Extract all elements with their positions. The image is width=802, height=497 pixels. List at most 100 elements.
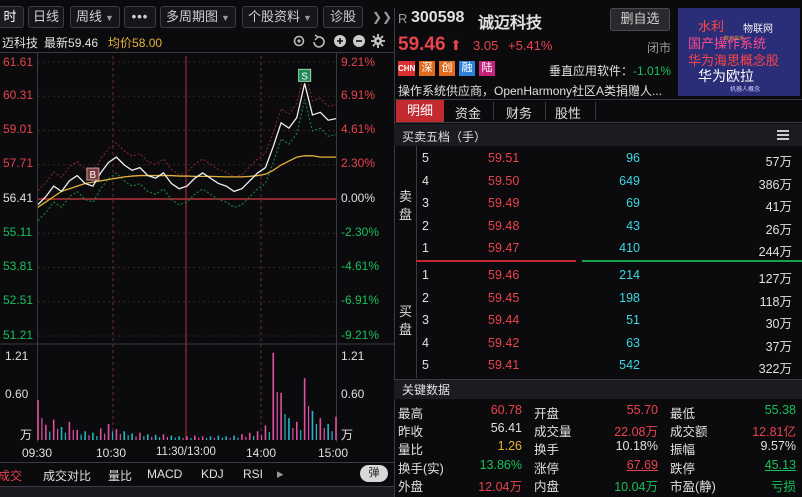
current-price: 59.46 [398, 34, 446, 55]
tab-sep-3 [595, 102, 596, 120]
sell-row[interactable]: 3 59.49 69 41万 [396, 193, 802, 215]
tab-finance[interactable]: 财务 [506, 103, 532, 122]
buy-amount: 127万 [758, 272, 792, 286]
time-label-1030: 10:30 [96, 446, 127, 460]
sector-label: 垂直应用软件 [549, 64, 622, 78]
indicator-tab-volume[interactable]: 成交 [0, 467, 22, 484]
sector-change: -1.01% [633, 64, 672, 78]
tabs-top-divider [394, 99, 802, 100]
key-data-value: 55.70 [626, 403, 658, 417]
buy-level: 4 [422, 335, 429, 350]
badge-shen: 深 [419, 61, 435, 76]
indicator-tab-macd[interactable]: MACD [147, 467, 182, 481]
buy-row[interactable]: 3 59.44 51 30万 [396, 310, 802, 332]
key-data-value: 22.08万 [614, 425, 658, 440]
tabs-scroll-icon[interactable]: ▸ [277, 466, 284, 482]
buy-volume: 198 [619, 290, 640, 305]
key-data-value: 亏损 [770, 479, 796, 494]
buy-amount: 37万 [765, 339, 792, 354]
indicator-tab-volume-compare[interactable]: 成交对比 [43, 467, 91, 484]
vol-axis-right-mid: 0.60 [341, 387, 365, 401]
vol-axis-left-unit: 万 [20, 428, 33, 442]
key-data-value: 12.81亿 [752, 425, 796, 440]
buy-row[interactable]: 1 59.46 214 127万 [396, 265, 802, 287]
delete-watchlist-button[interactable]: 删自选 [610, 8, 670, 31]
buy-row[interactable]: 5 59.41 542 322万 [396, 355, 802, 377]
indicator-tab-rsi[interactable]: RSI [243, 467, 263, 481]
sell-volume: 43 [626, 218, 640, 233]
indicator-tab-volume-ratio[interactable]: 量比 [108, 467, 132, 484]
concept-euler: 华为欧拉 [698, 68, 754, 84]
buy-amount: 30万 [765, 317, 792, 331]
tab-stock-nature[interactable]: 股性 [555, 103, 581, 122]
sell-marker-label: S [301, 71, 308, 82]
tab-capital[interactable]: 资金 [455, 103, 481, 122]
concept-word-cloud[interactable]: 水利 物联网 国产操作系统 华为海思概念股 华为欧拉 数字货币 机器人概念 [678, 8, 800, 96]
buy-level: 2 [422, 290, 429, 305]
key-data-value: 13.86% [479, 457, 522, 472]
bottom-tabs-divider [0, 462, 394, 463]
sell-level: 2 [422, 218, 429, 233]
list-icon[interactable] [777, 130, 789, 140]
tab-sep-1 [493, 102, 494, 120]
sector-sep: ： [621, 64, 634, 78]
price-change: 3.05 [473, 38, 499, 53]
market-status: 闭市 [647, 41, 672, 55]
key-data-value: 55.38 [764, 403, 796, 417]
sell-row[interactable]: 1 59.47 410 244万 [396, 238, 802, 260]
buy-row[interactable]: 4 59.42 63 37万 [396, 333, 802, 355]
buy-price: 59.45 [488, 290, 520, 305]
sell-row[interactable]: 4 59.50 649 386万 [396, 171, 802, 193]
buy-row[interactable]: 2 59.45 198 118万 [396, 288, 802, 310]
sell-price: 59.49 [488, 196, 520, 210]
key-data-value: 10.04万 [614, 479, 658, 494]
key-data-label: 量比 [398, 443, 424, 458]
sell-amount: 41万 [765, 200, 792, 214]
tab-sep-2 [545, 102, 546, 120]
buy-volume: 542 [619, 358, 640, 372]
key-data-value: 60.78 [490, 403, 522, 417]
buy-price: 59.42 [488, 335, 520, 350]
badge-rong: 融 [459, 61, 475, 76]
sell-price: 59.48 [488, 218, 520, 233]
chart-right-divider [394, 8, 395, 497]
upper-band-line [37, 69, 337, 191]
sell-row[interactable]: 5 59.51 96 57万 [396, 148, 802, 170]
sell-row[interactable]: 2 59.48 43 26万 [396, 216, 802, 238]
company-description[interactable]: 操作系统供应商，OpenHarmony社区A类捐赠人... [398, 82, 662, 99]
key-data-value: 9.57% [760, 439, 796, 454]
sell-price: 59.47 [488, 241, 520, 255]
key-data-label: 最低 [670, 407, 696, 421]
orderbook-title: 买卖五档（手） [402, 130, 487, 144]
sell-volume: 69 [626, 196, 640, 210]
sell-volume: 649 [619, 173, 640, 188]
buy-level: 5 [422, 358, 429, 372]
concept-digital-currency: 数字货币 [724, 36, 745, 42]
vol-axis-right-high: 1.21 [341, 349, 365, 363]
buy-volume: 51 [626, 313, 640, 327]
indicator-tab-kdj[interactable]: KDJ [201, 467, 224, 481]
key-data-value: 1.26 [497, 439, 522, 454]
buy-price: 59.44 [488, 313, 520, 327]
time-label-open: 09:30 [22, 446, 53, 460]
key-data-label: 市盈(静) [670, 479, 716, 494]
key-data-value: 10.18% [615, 439, 658, 454]
price-change-pct: +5.41% [508, 38, 553, 53]
key-data-label: 外盘 [398, 479, 424, 494]
tab-detail[interactable]: 明细 [396, 100, 444, 122]
sell-volume: 410 [619, 241, 640, 255]
buy-price: 59.46 [488, 268, 520, 282]
key-data-label: 内盘 [534, 479, 560, 494]
sell-level: 3 [422, 196, 429, 210]
bubble-toggle[interactable]: 弹 [360, 465, 388, 482]
buy-volume: 63 [626, 335, 640, 350]
sell-level: 4 [422, 173, 429, 188]
up-arrow-icon: ⬆ [450, 37, 462, 53]
sector-info[interactable]: 垂直应用软件：-1.01% [549, 62, 671, 79]
key-data-title: 关键数据 [402, 383, 451, 397]
key-data-label: 涨停 [534, 461, 560, 476]
key-data-header [394, 379, 802, 399]
sell-depth-bar [416, 260, 576, 262]
sell-price: 59.51 [488, 151, 520, 165]
key-data-label: 成交额 [670, 425, 708, 440]
